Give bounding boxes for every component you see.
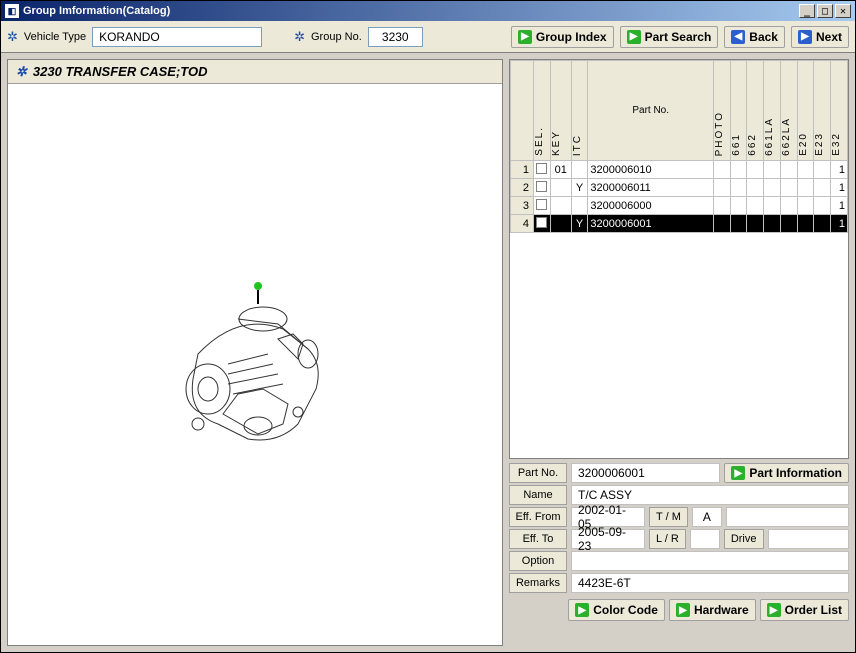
remarks-value[interactable]: 4423E-6T [571, 573, 849, 593]
play-icon: ▶ [575, 603, 589, 617]
app-icon: ◧ [5, 4, 19, 18]
right-panel: SEL. KEY ITC Part No. PHOTO 661 662 661L… [509, 59, 849, 646]
play-icon: ▶ [767, 603, 781, 617]
arrow-right-icon: ▶ [798, 30, 812, 44]
part-search-button[interactable]: ▶ Part Search [620, 26, 719, 48]
details: Part No. 3200006001 ▶ Part Information N… [509, 463, 849, 593]
last-cell: 1 [831, 161, 848, 179]
table-row[interactable]: 2 Y3200006011 1 [511, 179, 848, 197]
drive-value[interactable] [768, 529, 850, 549]
part-no-value[interactable]: 3200006001 [571, 463, 720, 483]
play-icon: ▶ [676, 603, 690, 617]
remarks-label: Remarks [509, 573, 567, 593]
sel-cell[interactable] [534, 197, 551, 215]
group-no-input[interactable]: 3230 [368, 27, 423, 47]
diagram-header: ✲ 3230 TRANSFER CASE;TOD [8, 60, 502, 84]
tm-label: T / M [649, 507, 688, 527]
table-row[interactable]: 4 Y3200006001 1 [511, 215, 848, 233]
vehicle-type-label: Vehicle Type [24, 31, 86, 43]
itc-cell [571, 197, 588, 215]
row-number: 2 [511, 179, 534, 197]
eff-from-label: Eff. From [509, 507, 567, 527]
order-list-button[interactable]: ▶ Order List [760, 599, 849, 621]
eff-to-value[interactable]: 2005-09-23 [571, 529, 645, 549]
diagram-body[interactable] [8, 84, 502, 645]
bottom-buttons: ▶ Color Code ▶ Hardware ▶ Order List [509, 597, 849, 621]
key-cell [550, 215, 571, 233]
part-no-label: Part No. [509, 463, 567, 483]
itc-cell [571, 161, 588, 179]
partno-cell: 3200006001 [588, 215, 714, 233]
play-icon: ▶ [518, 30, 532, 44]
table-row[interactable]: 3 3200006000 1 [511, 197, 848, 215]
table-header-row: SEL. KEY ITC Part No. PHOTO 661 662 661L… [511, 61, 848, 161]
key-cell [550, 197, 571, 215]
row-number: 3 [511, 197, 534, 215]
callout-dot[interactable] [254, 282, 262, 290]
lr-value[interactable] [690, 529, 720, 549]
window: ◧ Group Imformation(Catalog) _ □ ✕ ✲ Veh… [0, 0, 856, 653]
key-cell: 01 [550, 161, 571, 179]
last-cell: 1 [831, 179, 848, 197]
play-icon: ▶ [731, 466, 745, 480]
diagram-panel: ✲ 3230 TRANSFER CASE;TOD [7, 59, 503, 646]
itc-cell: Y [571, 215, 588, 233]
gear-icon: ✲ [294, 29, 305, 45]
partno-cell: 3200006000 [588, 197, 714, 215]
parts-table[interactable]: SEL. KEY ITC Part No. PHOTO 661 662 661L… [510, 60, 848, 233]
last-cell: 1 [831, 197, 848, 215]
sel-cell[interactable] [534, 161, 551, 179]
gear-icon: ✲ [16, 64, 27, 80]
partno-cell: 3200006011 [588, 179, 714, 197]
last-cell: 1 [831, 215, 848, 233]
table-empty-area[interactable] [510, 233, 848, 458]
name-label: Name [509, 485, 567, 505]
group-index-button[interactable]: ▶ Group Index [511, 26, 614, 48]
eff-to-label: Eff. To [509, 529, 567, 549]
checkbox-icon[interactable] [536, 199, 547, 210]
key-cell [550, 179, 571, 197]
part-illustration [168, 294, 338, 454]
arrow-left-icon: ◀ [731, 30, 745, 44]
maximize-button[interactable]: □ [817, 4, 833, 18]
parts-table-wrap: SEL. KEY ITC Part No. PHOTO 661 662 661L… [509, 59, 849, 459]
toolbar: ✲ Vehicle Type KORANDO ✲ Group No. 3230 … [1, 21, 855, 53]
itc-cell: Y [571, 179, 588, 197]
option-label: Option [509, 551, 567, 571]
color-code-button[interactable]: ▶ Color Code [568, 599, 665, 621]
option-value[interactable] [571, 551, 849, 571]
partno-cell: 3200006010 [588, 161, 714, 179]
checkbox-icon[interactable] [536, 181, 547, 192]
row-number: 4 [511, 215, 534, 233]
hardware-button[interactable]: ▶ Hardware [669, 599, 756, 621]
back-button[interactable]: ◀ Back [724, 26, 785, 48]
next-button[interactable]: ▶ Next [791, 26, 849, 48]
drive-label: Drive [724, 529, 764, 549]
checkbox-icon[interactable] [536, 163, 547, 174]
main: ✲ 3230 TRANSFER CASE;TOD [1, 53, 855, 652]
vehicle-type-input[interactable]: KORANDO [92, 27, 262, 47]
gear-icon: ✲ [7, 29, 18, 45]
part-information-button[interactable]: ▶ Part Information [724, 463, 849, 483]
checkbox-icon[interactable] [536, 217, 547, 228]
eff-from-value[interactable]: 2002-01-05 [571, 507, 645, 527]
group-no-label: Group No. [311, 31, 362, 43]
diagram-title: 3230 TRANSFER CASE;TOD [33, 64, 208, 79]
play-icon: ▶ [627, 30, 641, 44]
tm-value[interactable]: A [692, 507, 722, 527]
minimize-button[interactable]: _ [799, 4, 815, 18]
titlebar[interactable]: ◧ Group Imformation(Catalog) _ □ ✕ [1, 1, 855, 21]
table-row[interactable]: 1 01 3200006010 1 [511, 161, 848, 179]
tm-extra[interactable] [726, 507, 849, 527]
name-value[interactable]: T/C ASSY [571, 485, 849, 505]
close-button[interactable]: ✕ [835, 4, 851, 18]
row-number: 1 [511, 161, 534, 179]
lr-label: L / R [649, 529, 686, 549]
window-title: Group Imformation(Catalog) [23, 5, 170, 17]
sel-cell[interactable] [534, 179, 551, 197]
sel-cell[interactable] [534, 215, 551, 233]
